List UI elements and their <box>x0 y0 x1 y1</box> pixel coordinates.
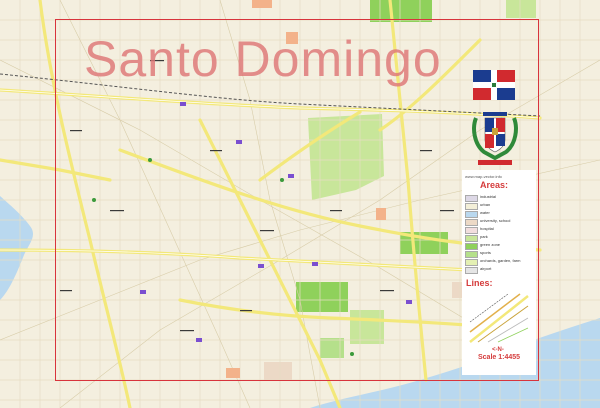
flag-icon <box>473 70 515 100</box>
legend-lines-heading: Lines: <box>466 278 493 288</box>
legend-label: airport <box>480 266 492 271</box>
legend-swatch <box>465 267 478 274</box>
legend-item: water <box>465 210 533 218</box>
legend-item: orchards, garden, farm <box>465 258 533 266</box>
legend-label: orchards, garden, farm <box>480 258 521 263</box>
legend-swatch <box>465 203 478 210</box>
legend-item: park <box>465 234 533 242</box>
legend-item: hospital <box>465 226 533 234</box>
map-legend: www.map-vector.info Areas: industrial urb… <box>462 170 536 375</box>
legend-label: water <box>480 210 490 215</box>
map-canvas[interactable]: Santo Domingo www.map-vector.info Areas:… <box>0 0 600 408</box>
legend-swatch <box>465 259 478 266</box>
legend-item: airport <box>465 266 533 274</box>
legend-item: urban <box>465 202 533 210</box>
legend-label: industrial <box>480 194 497 199</box>
legend-swatch <box>465 235 478 242</box>
legend-areas-heading: Areas: <box>480 180 509 190</box>
legend-label: university, school <box>480 218 511 223</box>
legend-label: green zone <box>480 242 501 247</box>
legend-swatch <box>465 219 478 226</box>
legend-swatch <box>465 211 478 218</box>
park-ne <box>506 0 536 18</box>
legend-item: green zone <box>465 242 533 250</box>
north-arrow: <-N- <box>492 347 504 353</box>
legend-lines-sample <box>469 293 529 343</box>
map-scale: Scale 1:4455 <box>478 354 521 361</box>
legend-label: hospital <box>480 226 494 231</box>
legend-label: sports <box>480 250 491 255</box>
coat-of-arms-icon <box>472 112 518 165</box>
map-title: Santo Domingo <box>84 31 442 87</box>
legend-swatch <box>465 251 478 258</box>
legend-item: sports <box>465 250 533 258</box>
legend-url: www.map-vector.info <box>465 174 502 179</box>
legend-swatch <box>465 227 478 234</box>
legend-item: industrial <box>465 194 533 202</box>
legend-item: university, school <box>465 218 533 226</box>
legend-swatch <box>465 195 478 202</box>
legend-label: urban <box>480 202 491 207</box>
legend-label: park <box>480 234 488 239</box>
legend-swatch <box>465 243 478 250</box>
